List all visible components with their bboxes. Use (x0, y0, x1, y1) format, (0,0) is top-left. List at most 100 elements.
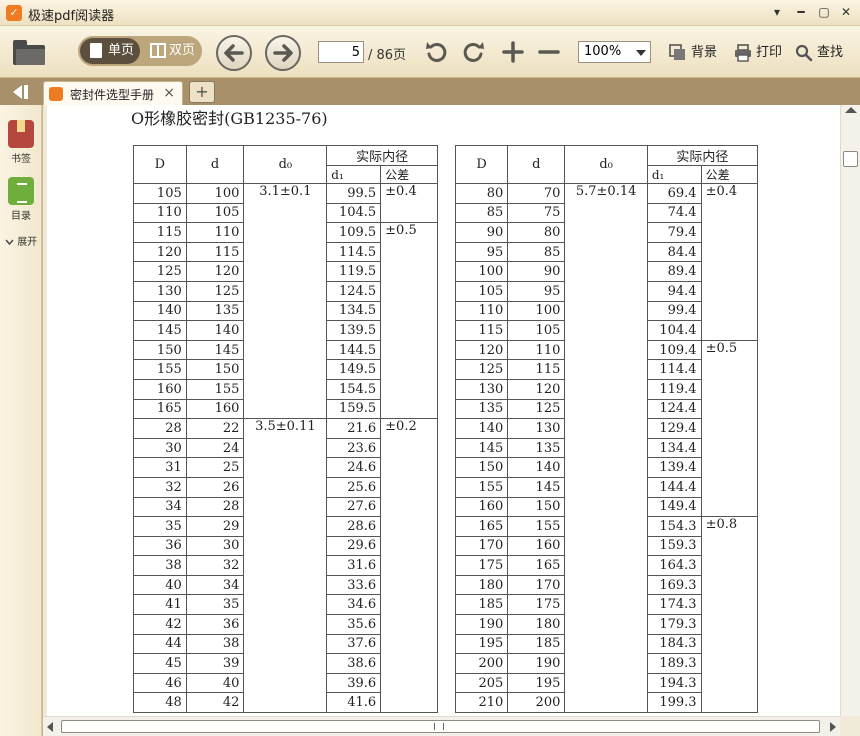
tab-close-button[interactable]: × (163, 85, 175, 101)
cell-d1: 114.4 (646, 359, 702, 380)
cell-d: 35 (185, 594, 245, 616)
cell-tolerance: ±0.2 (380, 418, 438, 714)
rotate-right-button[interactable] (460, 39, 486, 65)
new-tab-button[interactable]: + (189, 81, 215, 103)
cell-D: 185 (454, 594, 509, 616)
cell-d1: 174.3 (646, 594, 702, 616)
scroll-right-arrow-icon[interactable] (830, 722, 836, 732)
cell-D: 46 (133, 672, 187, 694)
tab-document[interactable]: 密封件选型手册 × (43, 81, 183, 105)
cell-D: 125 (454, 359, 509, 380)
cell-D: 38 (133, 555, 187, 576)
sidebar-item-toc[interactable]: 目录 (4, 177, 38, 222)
cell-d: 110 (185, 222, 245, 243)
close-window-button[interactable]: ✕ (836, 3, 856, 21)
cell-D: 120 (133, 241, 187, 263)
cell-d1: 164.3 (646, 555, 702, 576)
cell-D: 180 (454, 574, 509, 596)
sidebar-item-label: 书签 (11, 154, 31, 165)
sidebar-item-bookmarks[interactable]: 书签 (4, 120, 38, 165)
cell-d1: 129.4 (646, 418, 702, 439)
page-number-input[interactable] (318, 41, 364, 63)
cell-d: 26 (185, 476, 245, 498)
cell-tolerance: ±0.5 (380, 222, 438, 420)
cell-d1: 124.5 (326, 280, 382, 302)
pdf-file-icon (49, 87, 63, 101)
cell-tolerance: ±0.4 (700, 183, 759, 341)
cell-d: 180 (507, 614, 566, 635)
cell-d: 70 (507, 183, 566, 204)
print-button[interactable]: 打印 (734, 43, 782, 63)
find-button[interactable]: 查找 (795, 43, 843, 63)
scroll-left-arrow-icon[interactable] (47, 722, 53, 732)
col-header-D: D (133, 145, 187, 184)
double-page-button[interactable]: 双页 (142, 38, 200, 64)
cell-D: 110 (133, 202, 187, 224)
cell-d: 105 (507, 320, 566, 341)
cell-d: 80 (507, 222, 566, 243)
cell-D: 115 (454, 320, 509, 341)
single-page-button[interactable]: 单页 (80, 38, 140, 64)
cell-d: 200 (507, 692, 566, 714)
cell-d1: 139.5 (326, 320, 382, 341)
cell-d1: 109.4 (646, 339, 702, 361)
collapse-sidebar-button[interactable] (8, 82, 34, 102)
scroll-up-arrow-icon[interactable] (845, 107, 857, 113)
menu-button[interactable]: ▾ (767, 3, 787, 21)
cell-d: 95 (507, 280, 566, 302)
cell-D: 85 (454, 202, 509, 224)
cell-d1: 154.5 (326, 378, 382, 400)
horizontal-scrollbar[interactable] (43, 716, 840, 736)
cell-tolerance: ±0.5 (700, 340, 759, 518)
cell-d1: 74.4 (646, 202, 702, 224)
next-page-button[interactable] (265, 35, 301, 71)
cell-d: 155 (507, 516, 566, 537)
tab-strip: 密封件选型手册 × + (0, 78, 860, 105)
cell-d1: 23.6 (326, 437, 382, 459)
horizontal-scroll-thumb[interactable] (61, 720, 820, 733)
cell-d: 160 (185, 398, 245, 420)
bookmark-icon (8, 120, 34, 148)
cell-D: 110 (454, 300, 509, 322)
rotate-left-icon (426, 42, 447, 62)
col-header-d1: d₁ (646, 165, 702, 184)
arrow-left-icon (224, 44, 244, 62)
zoom-out-button[interactable] (536, 39, 562, 65)
cell-D: 41 (133, 594, 187, 616)
cell-d1: 31.6 (326, 555, 382, 576)
vertical-scrollbar[interactable] (840, 105, 860, 716)
cell-d1: 28.6 (326, 516, 382, 537)
cell-d1: 119.5 (326, 261, 382, 282)
cell-D: 205 (454, 672, 509, 694)
zoom-select[interactable]: 100% (578, 41, 651, 63)
maximize-button[interactable]: ▢ (814, 3, 834, 21)
cell-d: 29 (185, 516, 245, 537)
cell-D: 155 (133, 359, 187, 380)
cell-d: 125 (507, 398, 566, 420)
cell-d1: 24.6 (326, 457, 382, 478)
cell-D: 42 (133, 614, 187, 635)
zoom-in-button[interactable] (500, 39, 526, 65)
single-page-icon (90, 43, 102, 58)
cell-d1: 25.6 (326, 476, 382, 498)
background-button[interactable]: 背景 (669, 43, 717, 63)
cell-D: 150 (133, 339, 187, 361)
seal-table-right: Dd d₀ 实际内径 d₁ 公差 80 70 5.7±0.14 69.4 ±0.4 85 75 74.4… (454, 145, 759, 714)
open-file-button[interactable] (12, 36, 46, 66)
cell-d0: 3.1±0.1 (243, 182, 328, 420)
cell-d1: 37.6 (326, 633, 382, 655)
previous-page-button[interactable] (216, 35, 252, 71)
cell-d: 140 (507, 457, 566, 478)
cell-d: 195 (507, 672, 566, 694)
cell-d1: 104.5 (326, 202, 382, 224)
vertical-scroll-thumb[interactable] (843, 151, 858, 167)
seal-table-left: Dd d₀ 实际内径 d₁ 公差 105 100 3.1±0.1 99.5 ±0.4 110 105 1… (133, 145, 438, 714)
table-row: 105 100 3.1±0.1 99.5 ±0.4 (133, 182, 438, 420)
table-header-row: Dd d₀ 实际内径 (454, 145, 759, 184)
table-row: 28 22 3.5±0.11 21.6 ±0.2 (133, 418, 438, 714)
minimize-button[interactable]: ━ (791, 3, 811, 21)
rotate-left-button[interactable] (424, 39, 450, 65)
cell-d: 39 (185, 653, 245, 674)
sidebar: 书签 目录 展开 (0, 105, 42, 736)
sidebar-expand-button[interactable]: 展开 (5, 233, 37, 248)
